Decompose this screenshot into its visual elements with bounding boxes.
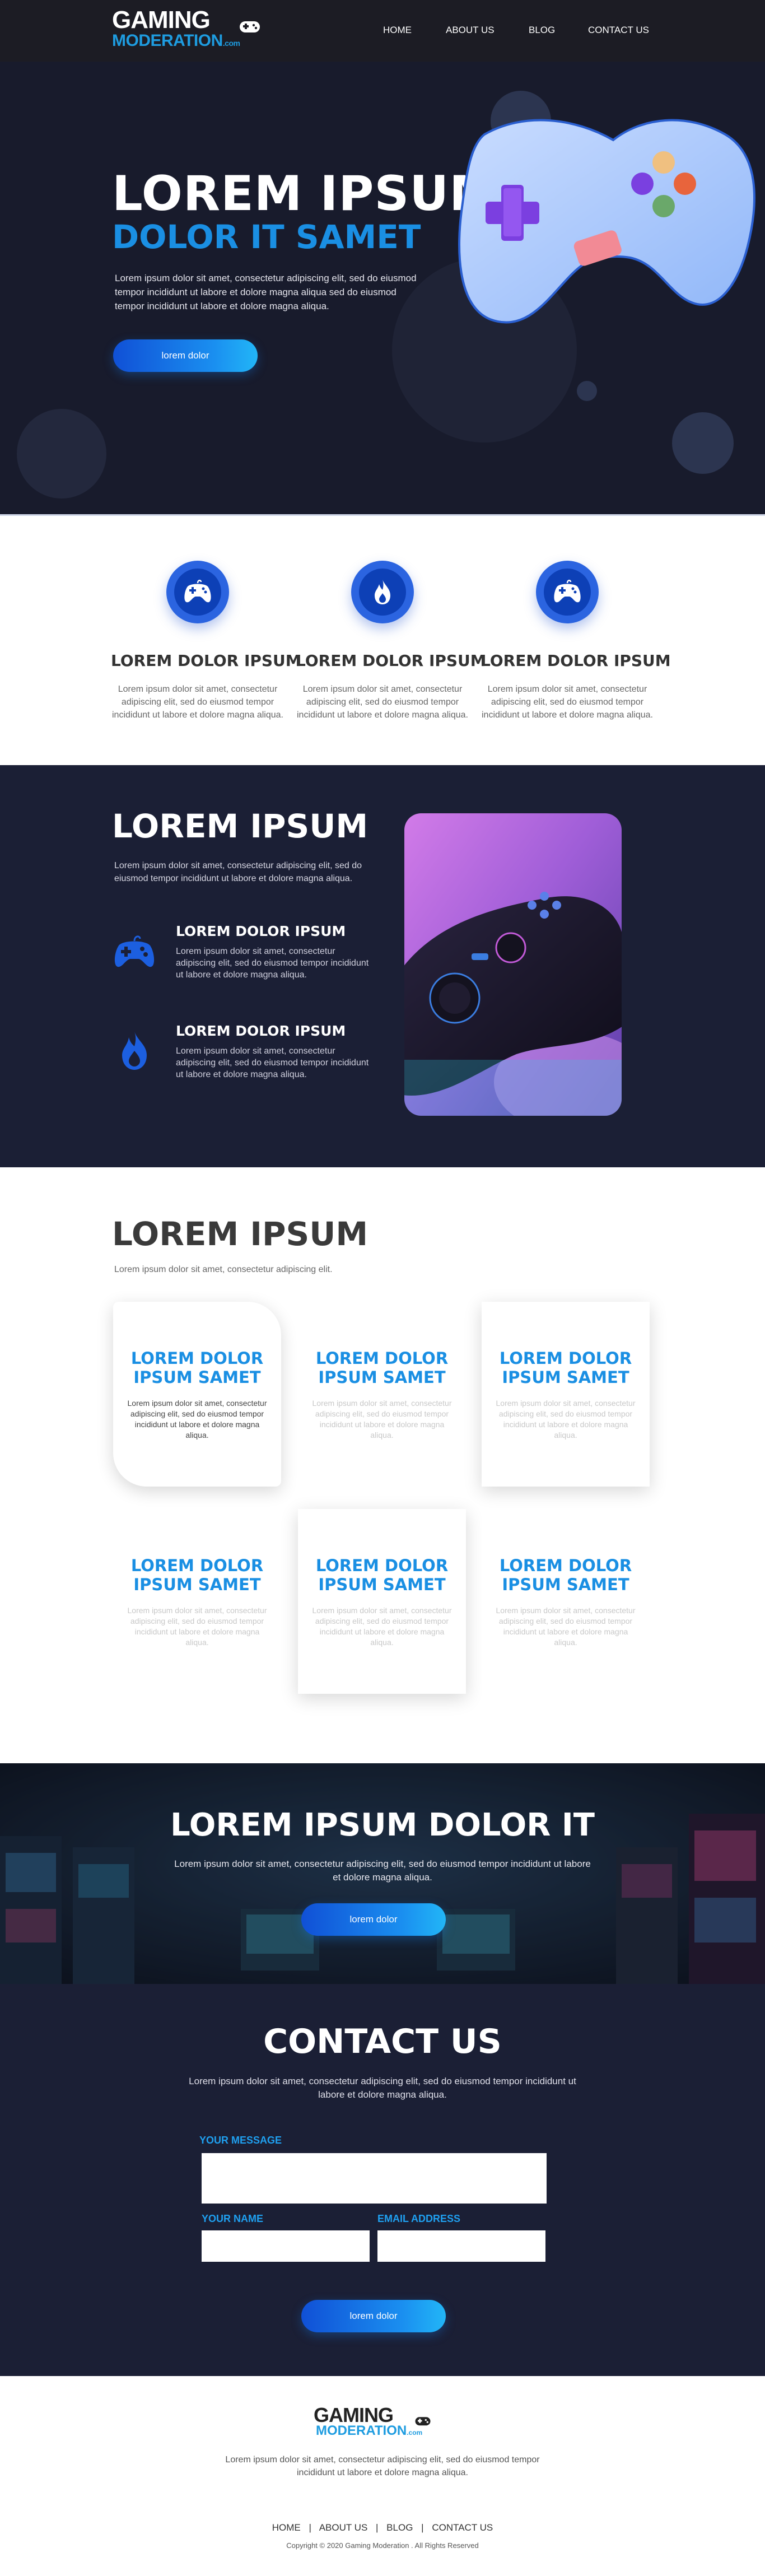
site-footer: GAMING MODERATION.com Lorem ipsum dolor … (0, 2376, 765, 2576)
footer-nav-home-link[interactable]: HOME (272, 2522, 301, 2533)
flame-icon (122, 1032, 147, 1070)
brand-logo-line2: MODERATION.com (112, 31, 240, 50)
nav-about-link[interactable]: ABOUT US (446, 25, 495, 36)
feature-icon-badge (351, 561, 414, 623)
footer-nav: HOME | ABOUT US | BLOG | CONTACT US (0, 2522, 765, 2534)
gamepad-illustration-icon (458, 119, 755, 324)
service-card[interactable]: LOREM DOLOR IPSUM SAMET Lorem ipsum dolo… (298, 1302, 466, 1487)
footer-nav-separator: | (421, 2522, 424, 2533)
about-item-text: Lorem ipsum dolor sit amet, consectetur … (176, 1046, 369, 1079)
about-item: LOREM DOLOR IPSUM Lorem ipsum dolor sit … (112, 923, 381, 990)
site-header: GAMING MODERATION.com HOME ABOUT US BLOG… (0, 0, 765, 62)
gamepad-icon (554, 580, 581, 603)
logo-gamepad-icon (240, 21, 260, 32)
service-card-title: LOREM DOLOR IPSUM SAMET (130, 1556, 264, 1594)
footer-logo-line2: MODERATION.com (316, 2423, 423, 2438)
service-card-title: LOREM DOLOR IPSUM SAMET (499, 1556, 632, 1594)
feature-card: LOREM DOLOR IPSUM Lorem ipsum dolor sit … (111, 561, 301, 721)
footer-text: Lorem ipsum dolor sit amet, consectetur … (225, 2455, 540, 2477)
service-card-text: Lorem ipsum dolor sit amet, consectetur … (312, 1399, 452, 1440)
nav-blog-link[interactable]: BLOG (529, 25, 555, 36)
feature-title: LOREM DOLOR IPSUM (481, 651, 671, 670)
service-card-title: LOREM DOLOR IPSUM SAMET (499, 1349, 632, 1387)
cta-banner: LOREM IPSUM DOLOR IT Lorem ipsum dolor s… (0, 1763, 765, 1984)
features-section: LOREM DOLOR IPSUM Lorem ipsum dolor sit … (0, 514, 765, 765)
brand-logo[interactable]: GAMING MODERATION.com (112, 7, 274, 54)
about-item: LOREM DOLOR IPSUM Lorem ipsum dolor sit … (112, 1023, 381, 1090)
about-text: Lorem ipsum dolor sit amet, consectetur … (114, 861, 362, 883)
feature-text: Lorem ipsum dolor sit amet, consectetur … (112, 684, 283, 720)
footer-nav-separator: | (309, 2522, 311, 2533)
message-field[interactable] (202, 2153, 547, 2204)
name-label: YOUR NAME (202, 2213, 264, 2224)
footer-logo[interactable]: GAMING MODERATION.com (314, 2404, 454, 2443)
contact-submit-button[interactable]: lorem dolor (301, 2300, 446, 2332)
name-field[interactable] (202, 2230, 370, 2262)
services-text: Lorem ipsum dolor sit amet, consectetur … (114, 1265, 333, 1274)
about-item-title: LOREM DOLOR IPSUM (176, 1023, 346, 1039)
service-card-text: Lorem ipsum dolor sit amet, consectetur … (496, 1606, 636, 1647)
feature-title: LOREM DOLOR IPSUM (296, 651, 486, 670)
hero-decor-circle (672, 412, 734, 474)
hero-subtitle: DOLOR IT SAMET (112, 218, 421, 256)
hero-decor-circle (17, 409, 106, 499)
email-field[interactable] (377, 2230, 545, 2262)
service-card-text: Lorem ipsum dolor sit amet, consectetur … (127, 1606, 267, 1647)
service-card[interactable]: LOREM DOLOR IPSUM SAMET Lorem ipsum dolo… (482, 1302, 650, 1487)
service-card[interactable]: LOREM DOLOR IPSUM SAMET Lorem ipsum dolo… (113, 1509, 281, 1694)
footer-nav-separator: | (376, 2522, 379, 2533)
contact-text: Lorem ipsum dolor sit amet, consectetur … (189, 2076, 576, 2100)
cta-button[interactable]: lorem dolor (301, 1903, 446, 1936)
nav-contact-link[interactable]: CONTACT US (588, 25, 649, 36)
contact-title: CONTACT US (263, 2022, 502, 2061)
service-card-text: Lorem ipsum dolor sit amet, consectetur … (127, 1399, 267, 1440)
footer-nav-blog-link[interactable]: BLOG (386, 2522, 413, 2533)
brand-logo-line1: GAMING (112, 6, 211, 34)
contact-section: CONTACT US Lorem ipsum dolor sit amet, c… (0, 1984, 765, 2376)
controller-photo (404, 813, 622, 1116)
cta-text: Lorem ipsum dolor sit amet, consectetur … (174, 1858, 591, 1883)
service-card[interactable]: LOREM DOLOR IPSUM SAMET Lorem ipsum dolo… (113, 1302, 281, 1487)
flame-icon (375, 580, 390, 604)
nav-home-link[interactable]: HOME (383, 25, 412, 36)
hero-decor-circle (577, 381, 597, 401)
services-title: LOREM IPSUM (112, 1215, 368, 1253)
service-card[interactable]: LOREM DOLOR IPSUM SAMET Lorem ipsum dolo… (482, 1509, 650, 1694)
about-item-title: LOREM DOLOR IPSUM (176, 923, 346, 939)
feature-card: LOREM DOLOR IPSUM Lorem ipsum dolor sit … (481, 561, 671, 721)
hero-title: LOREM IPSUM (112, 166, 498, 222)
gamepad-icon (114, 935, 155, 967)
feature-text: Lorem ipsum dolor sit amet, consectetur … (482, 684, 653, 720)
about-section: LOREM IPSUM Lorem ipsum dolor sit amet, … (0, 765, 765, 1167)
about-title: LOREM IPSUM (112, 807, 368, 845)
copyright-text: Copyright © 2020 Gaming Moderation . All… (286, 2541, 479, 2550)
service-card-text: Lorem ipsum dolor sit amet, consectetur … (312, 1606, 452, 1647)
cta-title: LOREM IPSUM DOLOR IT (170, 1807, 595, 1843)
service-card-title: LOREM DOLOR IPSUM SAMET (130, 1349, 264, 1387)
service-card[interactable]: LOREM DOLOR IPSUM SAMET Lorem ipsum dolo… (298, 1509, 466, 1694)
service-card-text: Lorem ipsum dolor sit amet, consectetur … (496, 1399, 636, 1440)
gamepad-icon (184, 580, 211, 603)
feature-text: Lorem ipsum dolor sit amet, consectetur … (297, 684, 468, 720)
hero-section: LOREM IPSUM DOLOR IT SAMET Lorem ipsum d… (0, 62, 765, 514)
services-section: LOREM IPSUM Lorem ipsum dolor sit amet, … (0, 1167, 765, 1763)
feature-card: LOREM DOLOR IPSUM Lorem ipsum dolor sit … (296, 561, 486, 721)
service-card-title: LOREM DOLOR IPSUM SAMET (315, 1556, 449, 1594)
hero-text: Lorem ipsum dolor sit amet, consectetur … (115, 273, 417, 311)
about-item-text: Lorem ipsum dolor sit amet, consectetur … (176, 947, 369, 980)
feature-icon-badge (536, 561, 599, 623)
email-label: EMAIL ADDRESS (377, 2213, 461, 2224)
feature-title: LOREM DOLOR IPSUM (111, 651, 301, 670)
footer-nav-contact-link[interactable]: CONTACT US (432, 2522, 493, 2533)
service-card-title: LOREM DOLOR IPSUM SAMET (315, 1349, 449, 1387)
hero-cta-button[interactable]: lorem dolor (113, 339, 258, 372)
footer-nav-about-link[interactable]: ABOUT US (319, 2522, 368, 2533)
feature-icon-badge (166, 561, 229, 623)
message-label: YOUR MESSAGE (199, 2135, 282, 2146)
